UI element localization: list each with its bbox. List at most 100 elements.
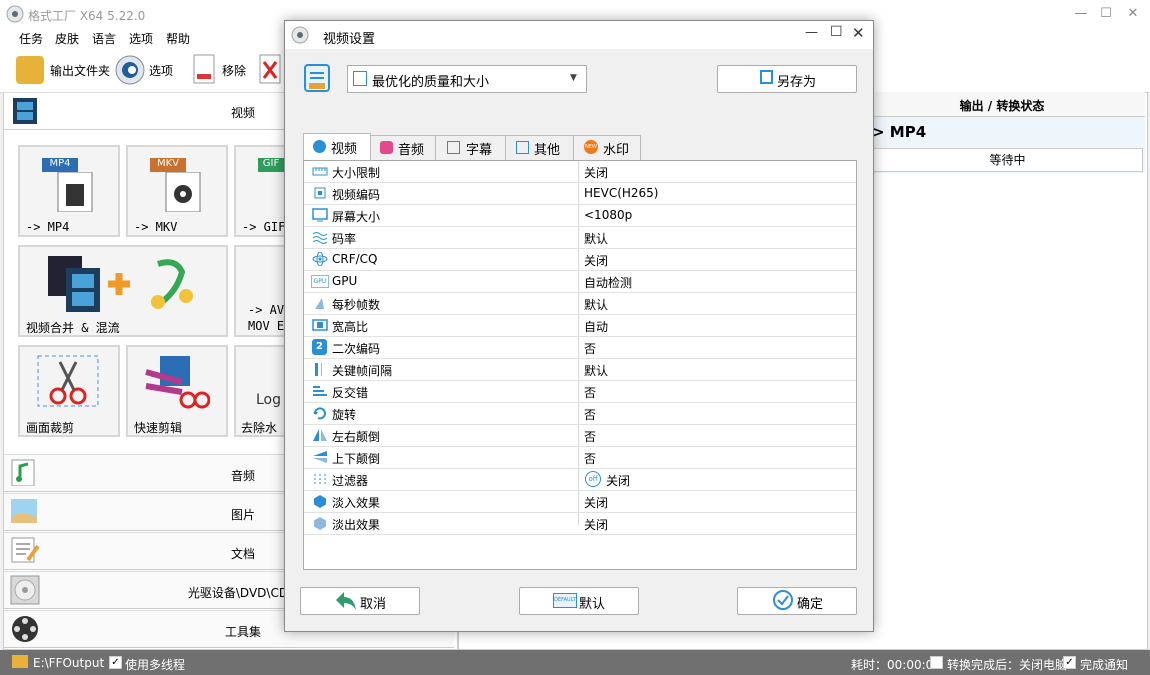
output-folder-icon[interactable] xyxy=(12,655,28,668)
settings-row[interactable]: 视频编码 HEVC(H265) xyxy=(304,183,856,205)
settings-row[interactable]: 旋转 否 xyxy=(304,403,856,425)
after-convert-checkbox[interactable] xyxy=(930,656,943,669)
wave-icon xyxy=(312,232,328,244)
output-path[interactable]: E:\FFOutput xyxy=(33,656,104,670)
fade-out-icon xyxy=(314,517,326,530)
aspect-ratio-icon xyxy=(312,319,328,331)
gif-badge: GIF xyxy=(258,158,284,172)
check-circle-icon xyxy=(773,590,793,610)
dialog-close-icon[interactable]: ✕ xyxy=(852,24,865,42)
settings-row[interactable]: 屏幕大小 <1080p xyxy=(304,205,856,227)
category-document-label: 文档 xyxy=(230,547,255,561)
settings-row-name: GPU xyxy=(332,274,358,288)
settings-row[interactable]: 关键帧间隔 默认 xyxy=(304,359,856,381)
tile-to-avi-label: -> AV xyxy=(248,303,284,317)
settings-row[interactable]: 淡入效果 关闭 xyxy=(304,491,856,513)
category-tools-label: 工具集 xyxy=(224,625,261,639)
settings-row-name: 上下颠倒 xyxy=(332,452,381,466)
settings-row-value: 关闭 xyxy=(584,254,609,268)
frame-rate-icon xyxy=(315,298,324,309)
settings-row[interactable]: 上下颠倒 否 xyxy=(304,447,856,469)
monitor-icon xyxy=(312,208,328,222)
app-title: 格式工厂 X64 5.22.0 xyxy=(28,9,146,23)
settings-row[interactable]: 反交错 否 xyxy=(304,381,856,403)
settings-row-value: 自动检测 xyxy=(584,276,633,290)
menu-help[interactable]: 帮助 xyxy=(166,30,190,47)
remove-icon[interactable] xyxy=(192,54,216,84)
settings-row[interactable]: 大小限制 关闭 xyxy=(304,161,856,183)
after-convert-label: 转换完成后：关闭电脑 xyxy=(947,658,1068,672)
output-status-header: 输出 / 转换状态 xyxy=(959,99,1045,113)
fade-in-icon xyxy=(314,495,326,508)
settings-row[interactable]: GPU GPU 自动检测 xyxy=(304,271,856,293)
dialog-title: 视频设置 xyxy=(323,32,376,47)
rotate-icon xyxy=(313,407,326,420)
settings-row[interactable]: 淡出效果 关闭 xyxy=(304,513,856,535)
settings-row-value: 关闭 xyxy=(606,474,631,488)
off-badge-icon: off xyxy=(585,471,601,487)
settings-row-value: 否 xyxy=(584,342,597,356)
settings-row-name: 码率 xyxy=(332,232,357,246)
settings-row-name: 视频编码 xyxy=(332,188,381,202)
menu-language[interactable]: 语言 xyxy=(92,30,116,47)
flip-vertical-icon xyxy=(313,451,327,463)
elapsed-time: 耗时：00:00:00 xyxy=(851,658,941,672)
tab-audio-icon xyxy=(380,141,393,154)
tools-reel-icon xyxy=(12,616,38,642)
gpu-icon: GPU xyxy=(311,275,329,288)
chevron-down-icon[interactable]: ▼ xyxy=(570,73,577,83)
app-logo-icon xyxy=(6,5,24,23)
settings-row[interactable]: 过滤器 off 关闭 xyxy=(304,469,856,491)
output-folder-button[interactable]: 输出文件夹 xyxy=(50,62,110,79)
minimize-icon[interactable]: — xyxy=(1067,4,1095,24)
settings-row[interactable]: 码率 默认 xyxy=(304,227,856,249)
preset-video-icon xyxy=(353,71,367,86)
settings-row-value: 关闭 xyxy=(584,166,609,180)
multithread-checkbox[interactable]: ✓ xyxy=(109,656,122,669)
settings-row-value: 否 xyxy=(584,430,597,444)
settings-row[interactable]: 每秒帧数 默认 xyxy=(304,293,856,315)
tile-to-gif-label: -> GIF xyxy=(242,220,284,234)
clear-list-icon[interactable] xyxy=(258,54,282,84)
mkv-badge: MKV xyxy=(150,158,186,172)
default-label: 默认 xyxy=(579,597,606,612)
options-button[interactable]: 选项 xyxy=(149,62,173,79)
tile-quick-clip-label: 快速剪辑 xyxy=(134,421,183,435)
settings-row-name: 旋转 xyxy=(332,408,357,422)
menu-task[interactable]: 任务 xyxy=(19,30,43,47)
settings-grid: 大小限制 关闭 视频编码 HEVC(H265) 屏幕大小 <1080p 码率 默… xyxy=(303,160,857,570)
folder-icon[interactable] xyxy=(16,56,44,84)
deinterlace-icon xyxy=(313,386,327,396)
crop-scissors-icon xyxy=(37,355,99,407)
settings-row-value: 默认 xyxy=(584,298,609,312)
tab-subtitle-icon xyxy=(447,141,460,154)
dialog-maximize-icon[interactable]: ☐ xyxy=(830,24,843,40)
video-film-icon xyxy=(13,98,37,124)
ok-label: 确定 xyxy=(797,597,824,612)
options-gear-icon[interactable] xyxy=(114,54,146,86)
tab-other-label: 其他 xyxy=(534,143,561,158)
preset-profile-icon xyxy=(304,64,330,92)
quick-clip-icon xyxy=(145,356,210,409)
close-icon[interactable]: ✕ xyxy=(1119,4,1147,24)
tile-to-mp4-label: -> MP4 xyxy=(26,220,70,234)
settings-row[interactable]: 2 二次编码 否 xyxy=(304,337,856,359)
dialog-minimize-icon[interactable]: — xyxy=(805,25,818,40)
menu-options[interactable]: 选项 xyxy=(129,30,153,47)
settings-row[interactable]: CRF/CQ 关闭 xyxy=(304,249,856,271)
settings-row[interactable]: 宽高比 自动 xyxy=(304,315,856,337)
maximize-icon[interactable]: ☐ xyxy=(1092,4,1120,24)
settings-row-value: 默认 xyxy=(584,364,609,378)
tab-video-label: 视频 xyxy=(331,142,358,157)
remove-button[interactable]: 移除 xyxy=(222,62,246,79)
notify-checkbox[interactable]: ✓ xyxy=(1063,656,1076,669)
category-audio-label: 音频 xyxy=(230,469,255,483)
filter-icon xyxy=(314,474,326,484)
settings-row-name: 屏幕大小 xyxy=(332,210,381,224)
settings-row-name: 每秒帧数 xyxy=(332,298,381,312)
audio-note-icon xyxy=(11,459,35,486)
settings-row[interactable]: 左右颠倒 否 xyxy=(304,425,856,447)
menu-skin[interactable]: 皮肤 xyxy=(55,30,79,47)
undo-arrow-icon xyxy=(336,592,356,610)
image-picture-icon xyxy=(11,499,37,523)
